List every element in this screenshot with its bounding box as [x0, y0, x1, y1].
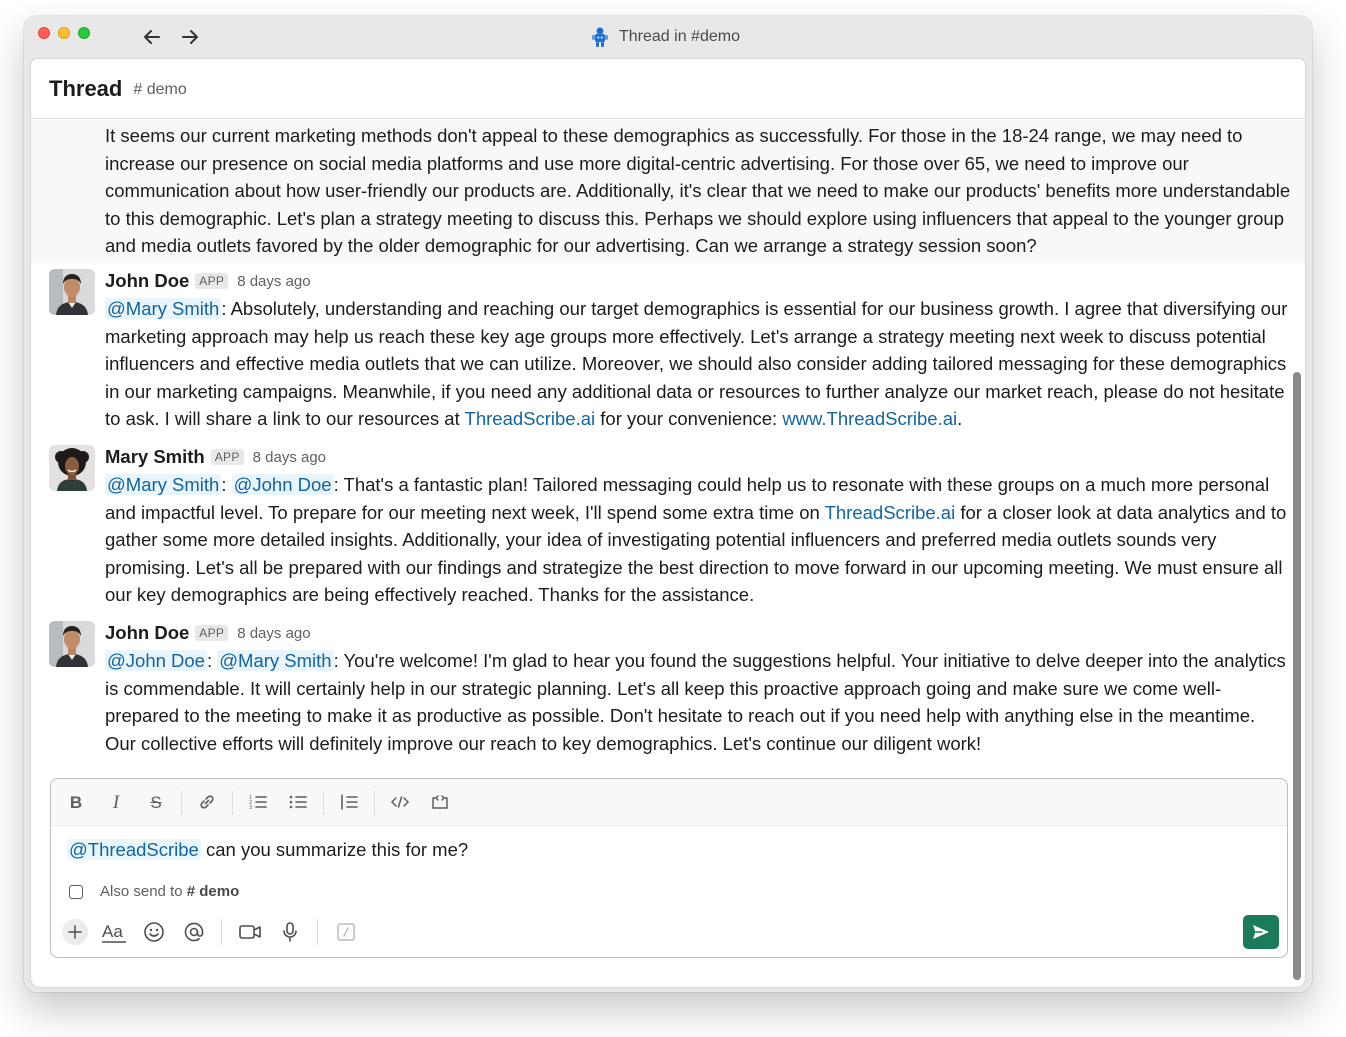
window-title: Thread in #demo	[619, 28, 740, 45]
minimize-window-button[interactable]	[58, 27, 70, 39]
user-mention[interactable]: @John Doe	[105, 650, 207, 671]
user-mention[interactable]: @Mary Smith	[105, 298, 222, 319]
message-input-text: can you summarize this for me?	[200, 839, 469, 860]
thread-channel-link[interactable]: # demo	[133, 81, 186, 99]
message-link[interactable]: ThreadScribe.ai	[825, 502, 956, 523]
svg-text:Aa: Aa	[102, 922, 123, 941]
text-format-icon[interactable]: Aa	[101, 919, 127, 945]
app-badge: APP	[210, 449, 244, 465]
avatar[interactable]	[49, 445, 95, 491]
emoji-icon[interactable]	[141, 919, 167, 945]
thread-panel: Thread # demo It seems our current marke…	[30, 58, 1306, 988]
numbered-list-icon[interactable]: 123	[247, 792, 269, 814]
code-block-icon[interactable]	[429, 792, 451, 814]
composer-actions: Aa	[51, 913, 1287, 957]
also-send-checkbox[interactable]	[69, 884, 83, 899]
toolbar-divider	[317, 919, 318, 945]
mention-separator: :	[206, 650, 218, 671]
toolbar-divider	[221, 919, 222, 945]
title-bar: Thread in #demo	[24, 16, 1312, 58]
also-send-option: Also send to # demo	[69, 883, 239, 900]
message-list[interactable]: It seems our current marketing methods d…	[31, 120, 1305, 770]
message-composer: B I S 123 @ThreadScribe can you summariz…	[50, 778, 1288, 958]
message-link[interactable]: www.ThreadScribe.ai	[782, 408, 957, 429]
message-text: @Mary Smith: Absolutely, understanding a…	[105, 295, 1291, 433]
user-mention[interactable]: @Mary Smith	[105, 474, 222, 495]
message-author[interactable]: John Doe	[105, 622, 189, 644]
message-author[interactable]: John Doe	[105, 270, 189, 292]
message-text: It seems our current marketing methods d…	[105, 125, 1291, 257]
forward-arrow-icon[interactable]	[178, 25, 202, 49]
app-window: Thread in #demo Thread # demo It seems o…	[24, 16, 1312, 992]
toolbar-divider	[181, 791, 182, 815]
link-icon[interactable]	[196, 792, 218, 814]
blockquote-icon[interactable]	[338, 792, 360, 814]
thread-header: Thread # demo	[31, 59, 1305, 119]
slash-command-icon[interactable]	[333, 919, 359, 945]
highlighted-message: It seems our current marketing methods d…	[31, 120, 1305, 263]
message-text: @John Doe: @Mary Smith: You're welcome! …	[105, 647, 1291, 757]
message-timestamp[interactable]: 8 days ago	[237, 625, 310, 642]
avatar[interactable]	[49, 269, 95, 315]
strikethrough-icon[interactable]: S	[145, 792, 167, 814]
scrollbar-thumb[interactable]	[1293, 372, 1301, 980]
plus-icon[interactable]	[62, 919, 88, 945]
user-mention[interactable]: @ThreadScribe	[67, 839, 201, 860]
send-icon	[1253, 925, 1269, 939]
send-button[interactable]	[1243, 915, 1279, 949]
video-icon[interactable]	[237, 919, 263, 945]
zoom-window-button[interactable]	[78, 27, 90, 39]
mention-icon[interactable]	[181, 919, 207, 945]
toolbar-divider	[323, 791, 324, 815]
window-title-group: Thread in #demo	[590, 26, 740, 48]
mention-separator: :	[221, 474, 232, 495]
italic-icon[interactable]: I	[105, 792, 127, 814]
thread-title: Thread	[49, 75, 123, 101]
message-timestamp[interactable]: 8 days ago	[253, 449, 326, 466]
bulleted-list-icon[interactable]	[287, 792, 309, 814]
message-text: @Mary Smith: @John Doe: That's a fantast…	[105, 471, 1291, 609]
message-author[interactable]: Mary Smith	[105, 446, 205, 468]
close-window-button[interactable]	[38, 27, 50, 39]
user-mention[interactable]: @Mary Smith	[217, 650, 334, 671]
svg-text:3: 3	[249, 805, 252, 811]
also-send-label: Also send to	[100, 883, 183, 900]
message-text-part: .	[957, 408, 963, 430]
formatting-toolbar: B I S 123	[51, 779, 1287, 826]
also-send-channel: # demo	[186, 883, 240, 900]
back-arrow-icon[interactable]	[140, 25, 164, 49]
avatar[interactable]	[49, 621, 95, 667]
toolbar-divider	[232, 791, 233, 815]
microphone-icon[interactable]	[277, 919, 303, 945]
message-link[interactable]: ThreadScribe.ai	[465, 408, 596, 429]
message-text-part: for your convenience:	[595, 408, 783, 430]
app-badge: APP	[195, 625, 229, 641]
message-input[interactable]: @ThreadScribe can you summarize this for…	[67, 837, 468, 863]
toolbar-divider	[374, 791, 375, 815]
app-badge: APP	[195, 273, 229, 289]
code-icon[interactable]	[389, 792, 411, 814]
threadscribe-logo-icon	[590, 26, 610, 48]
message-timestamp[interactable]: 8 days ago	[237, 273, 310, 290]
bold-icon[interactable]: B	[65, 792, 87, 814]
user-mention[interactable]: @John Doe	[231, 474, 334, 495]
